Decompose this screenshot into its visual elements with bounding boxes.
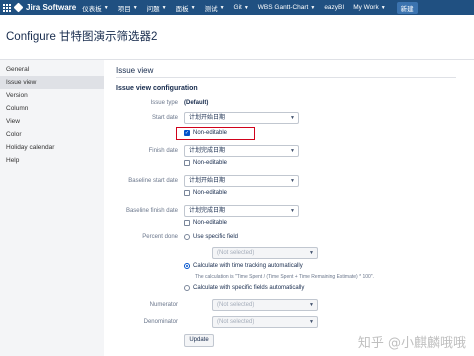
highlight-box: [176, 127, 255, 140]
finish-date-select[interactable]: 计划完成日期 ▼: [184, 145, 299, 157]
checkbox-icon: [184, 220, 190, 226]
nav-wbs-gantt-chart[interactable]: WBS Gantt-Chart ▼: [258, 4, 316, 11]
sidebar-item-color[interactable]: Color: [0, 128, 104, 141]
time-tracking-help-text: The calculation is "Time Spent / (Time S…: [195, 274, 374, 280]
baseline-start-date-label: Baseline start date: [128, 178, 178, 184]
chevron-down-icon: ▼: [243, 4, 249, 11]
baseline-finish-date-label: Baseline finish date: [125, 208, 178, 214]
logo-text: Jira Software: [26, 3, 77, 12]
jira-logo-icon: [13, 2, 24, 13]
baseline-start-date-select[interactable]: 计划开始日期 ▼: [184, 175, 299, 187]
nav-boards[interactable]: 面板 ▼: [176, 3, 196, 13]
chevron-down-icon: ▼: [310, 4, 316, 11]
baseline-finish-date-non-editable-checkbox[interactable]: Non-editable: [184, 220, 227, 226]
nav-my-work[interactable]: My Work ▼: [353, 4, 385, 11]
create-button[interactable]: 新建: [396, 1, 418, 14]
page-header: Configure 甘特图演示筛选器2: [0, 15, 474, 60]
calculate-time-tracking-radio[interactable]: Calculate with time tracking automatical…: [184, 263, 303, 269]
percent-done-label: Percent done: [142, 234, 178, 240]
chevron-down-icon: ▼: [103, 4, 109, 11]
chevron-down-icon: ▼: [290, 208, 295, 214]
chevron-down-icon: ▼: [309, 319, 314, 325]
chevron-down-icon: ▼: [309, 302, 314, 308]
numerator-select[interactable]: (Not selected) ▼: [212, 299, 318, 311]
sidebar-item-view[interactable]: View: [0, 115, 104, 128]
nav-eazybi[interactable]: eazyBI: [324, 4, 344, 11]
radio-icon: [184, 234, 190, 240]
baseline-finish-date-select[interactable]: 计划完成日期 ▼: [184, 205, 299, 217]
start-date-select[interactable]: 计划开始日期 ▼: [184, 112, 299, 124]
nav-dashboards[interactable]: 仪表板 ▼: [82, 3, 108, 13]
issue-type-label: Issue type: [150, 100, 178, 106]
use-specific-field-radio[interactable]: Use specific field: [184, 234, 238, 240]
main-content: Issue view Issue view configuration Issu…: [104, 60, 474, 356]
chevron-down-icon: ▼: [161, 4, 167, 11]
sidebar-item-holiday-calendar[interactable]: Holiday calendar: [0, 141, 104, 154]
section-title: Issue view: [116, 66, 154, 75]
finish-date-non-editable-checkbox[interactable]: Non-editable: [184, 160, 227, 166]
app-switcher-icon[interactable]: [2, 3, 12, 13]
watermark-text: 知乎 @小麒麟哦哦: [357, 336, 466, 351]
jira-logo[interactable]: Jira Software: [13, 2, 77, 13]
issue-type-value: (Default): [184, 100, 209, 106]
baseline-start-date-non-editable-checkbox[interactable]: Non-editable: [184, 190, 227, 196]
chevron-down-icon: ▼: [290, 178, 295, 184]
chevron-down-icon: ▼: [219, 4, 225, 11]
nav-git[interactable]: Git ▼: [234, 4, 249, 11]
sidebar-item-column[interactable]: Column: [0, 102, 104, 115]
sidebar-item-help[interactable]: Help: [0, 154, 104, 167]
checkbox-icon: [184, 190, 190, 196]
chevron-down-icon: ▼: [309, 250, 314, 256]
chevron-down-icon: ▼: [380, 4, 386, 11]
config-title: Issue view configuration: [116, 85, 198, 92]
nav-projects[interactable]: 项目 ▼: [118, 3, 138, 13]
chevron-down-icon: ▼: [290, 115, 295, 121]
nav-issues[interactable]: 问题 ▼: [147, 3, 167, 13]
finish-date-label: Finish date: [148, 148, 178, 154]
sidebar-item-issue-view[interactable]: Issue view: [0, 76, 104, 89]
numerator-label: Numerator: [149, 302, 178, 308]
sidebar-item-version[interactable]: Version: [0, 89, 104, 102]
specific-field-select[interactable]: (Not selected) ▼: [212, 247, 318, 259]
update-button[interactable]: Update: [184, 334, 214, 347]
chevron-down-icon: ▼: [190, 4, 196, 11]
calculate-specific-fields-radio[interactable]: Calculate with specific fields automatic…: [184, 285, 304, 291]
settings-sidebar: General Issue view Version Column View C…: [0, 60, 104, 356]
chevron-down-icon: ▼: [132, 4, 138, 11]
divider: [116, 77, 456, 78]
radio-icon: [184, 285, 190, 291]
top-navigation-bar: Jira Software 仪表板 ▼ 项目 ▼ 问题 ▼ 面板 ▼ 测试 ▼ Git ▼ …: [0, 0, 474, 15]
nav-tests[interactable]: 测试 ▼: [205, 3, 225, 13]
checkbox-icon: [184, 160, 190, 166]
denominator-label: Denominator: [143, 319, 178, 325]
start-date-label: Start date: [151, 115, 178, 121]
sidebar-item-general[interactable]: General: [0, 63, 104, 76]
radio-selected-icon: [184, 263, 190, 269]
page-title: Configure 甘特图演示筛选器2: [6, 31, 158, 43]
denominator-select[interactable]: (Not selected) ▼: [212, 316, 318, 328]
chevron-down-icon: ▼: [290, 148, 295, 154]
